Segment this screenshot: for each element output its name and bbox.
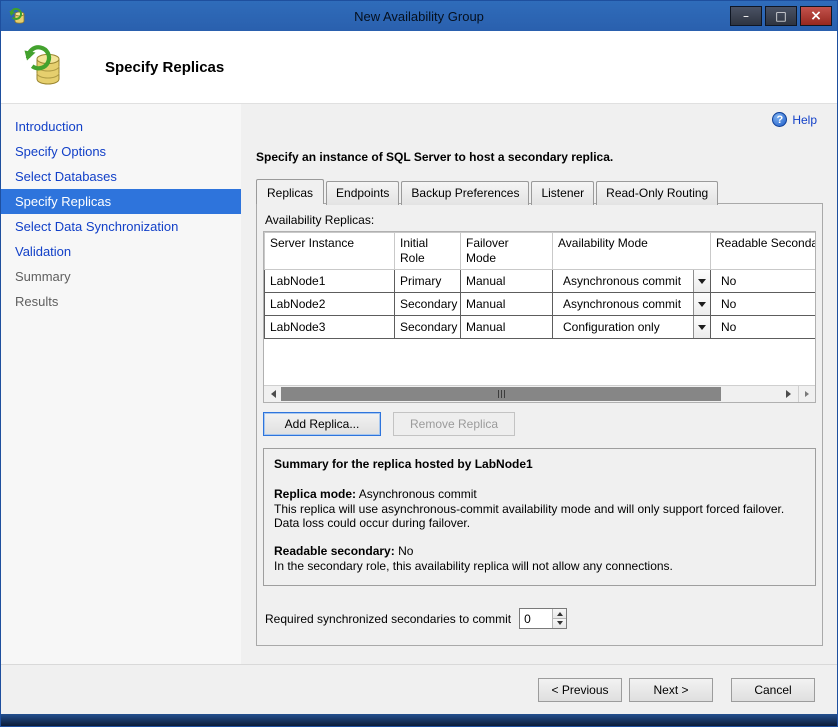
table-row-labnode3: LabNode3 Secondary Manual Configuration … bbox=[265, 316, 816, 339]
app-icon bbox=[9, 8, 26, 25]
horizontal-scrollbar[interactable] bbox=[264, 385, 815, 402]
cell-initial-role: Secondary bbox=[395, 316, 461, 339]
readable-secondary-description: In the secondary role, this availability… bbox=[274, 559, 805, 573]
page-title: Specify Replicas bbox=[105, 59, 224, 76]
cell-failover-mode[interactable]: Manual bbox=[461, 293, 553, 316]
help-link[interactable]: ? Help bbox=[772, 112, 817, 127]
tab-replicas[interactable]: Replicas bbox=[256, 179, 324, 204]
replicas-tab-panel: Availability Replicas: Server Instance I… bbox=[256, 203, 823, 646]
combo-arrow-button[interactable] bbox=[693, 293, 710, 315]
grid-scroll-area: Server Instance Initial Role Failover Mo… bbox=[264, 232, 815, 385]
availability-mode-dropdown[interactable]: Configuration only bbox=[553, 316, 711, 339]
close-button[interactable]: × bbox=[800, 6, 832, 26]
cell-server-instance[interactable]: LabNode3 bbox=[265, 316, 395, 339]
replica-tabs: Replicas Endpoints Backup Preferences Li… bbox=[256, 179, 823, 203]
required-secondaries-spinner bbox=[519, 608, 567, 629]
new-availability-group-window: New Availability Group – □ × bbox=[0, 0, 838, 727]
required-secondaries-label: Required synchronized secondaries to com… bbox=[265, 612, 511, 626]
sidebar-item-specify-replicas[interactable]: Specify Replicas bbox=[1, 189, 241, 214]
window-title: New Availability Group bbox=[1, 9, 837, 24]
spinner-down-button[interactable] bbox=[553, 619, 566, 628]
main-content: ? Help Specify an instance of SQL Server… bbox=[241, 104, 837, 664]
tab-endpoints[interactable]: Endpoints bbox=[326, 181, 399, 205]
readable-secondary-dropdown[interactable]: No bbox=[711, 316, 816, 339]
cell-failover-mode[interactable]: Manual bbox=[461, 270, 553, 293]
availability-mode-dropdown[interactable]: Asynchronous commit bbox=[553, 270, 711, 293]
maximize-button[interactable]: □ bbox=[765, 6, 797, 26]
previous-button[interactable]: < Previous bbox=[538, 678, 622, 702]
wizard-steps-sidebar: Introduction Specify Options Select Data… bbox=[1, 104, 241, 664]
table-row-labnode2: LabNode2 Secondary Manual Asynchronous c… bbox=[265, 293, 816, 316]
arrow-down-icon bbox=[557, 621, 563, 628]
chevron-down-icon bbox=[698, 279, 706, 288]
sidebar-item-select-data-synchronization[interactable]: Select Data Synchronization bbox=[1, 214, 241, 239]
column-header-server-instance: Server Instance bbox=[265, 233, 395, 270]
column-header-failover-mode: Failover Mode bbox=[461, 233, 553, 270]
combo-arrow-button[interactable] bbox=[693, 316, 710, 338]
cell-server-instance[interactable]: LabNode1 bbox=[265, 270, 395, 293]
sidebar-item-validation[interactable]: Validation bbox=[1, 239, 241, 264]
readable-secondary-dropdown[interactable]: No bbox=[711, 270, 816, 293]
grid-header-row: Server Instance Initial Role Failover Mo… bbox=[265, 233, 816, 270]
minimize-button[interactable]: – bbox=[730, 6, 762, 26]
sidebar-item-specify-options[interactable]: Specify Options bbox=[1, 139, 241, 164]
tab-backup-preferences[interactable]: Backup Preferences bbox=[401, 181, 529, 205]
scrollbar-thumb[interactable] bbox=[281, 387, 721, 401]
summary-title: Summary for the replica hosted by LabNod… bbox=[274, 457, 805, 471]
arrow-right-icon bbox=[805, 391, 812, 397]
scroll-right-button[interactable] bbox=[781, 386, 798, 402]
cell-initial-role: Primary bbox=[395, 270, 461, 293]
table-row-labnode1: LabNode1 Primary Manual Asynchronous com… bbox=[265, 270, 816, 293]
column-header-availability-mode: Availability Mode bbox=[553, 233, 711, 270]
column-header-readable-secondary: Readable Secondary bbox=[711, 233, 816, 270]
readable-secondary-line: Readable secondary: No bbox=[274, 544, 805, 558]
cell-failover-mode[interactable]: Manual bbox=[461, 316, 553, 339]
scroll-left-button[interactable] bbox=[264, 386, 281, 402]
readable-secondary-dropdown[interactable]: No bbox=[711, 293, 816, 316]
tab-listener[interactable]: Listener bbox=[531, 181, 594, 205]
chevron-down-icon bbox=[698, 302, 706, 311]
wizard-footer: < Previous Next > Cancel bbox=[1, 664, 837, 714]
chevron-down-icon bbox=[698, 325, 706, 334]
replica-mode-description: This replica will use asynchronous-commi… bbox=[274, 502, 805, 530]
sidebar-item-summary: Summary bbox=[1, 264, 241, 289]
secondaries-input[interactable] bbox=[520, 609, 552, 628]
remove-replica-button: Remove Replica bbox=[393, 412, 515, 436]
tab-read-only-routing[interactable]: Read-Only Routing bbox=[596, 181, 718, 205]
sidebar-item-introduction[interactable]: Introduction bbox=[1, 114, 241, 139]
combo-arrow-button[interactable] bbox=[693, 270, 710, 292]
titlebar: New Availability Group – □ × bbox=[1, 1, 837, 31]
add-replica-button[interactable]: Add Replica... bbox=[263, 412, 381, 436]
window-bottom-frame bbox=[1, 714, 837, 726]
cancel-button[interactable]: Cancel bbox=[731, 678, 815, 702]
arrow-right-icon bbox=[786, 390, 795, 398]
arrow-up-icon bbox=[557, 609, 563, 616]
scrollbar-corner bbox=[798, 386, 815, 402]
replica-summary-box: Summary for the replica hosted by LabNod… bbox=[263, 448, 816, 586]
help-label: Help bbox=[792, 113, 817, 127]
sidebar-item-results: Results bbox=[1, 289, 241, 314]
availability-replicas-label: Availability Replicas: bbox=[265, 213, 816, 227]
column-header-initial-role: Initial Role bbox=[395, 233, 461, 270]
cell-initial-role: Secondary bbox=[395, 293, 461, 316]
cell-server-instance[interactable]: LabNode2 bbox=[265, 293, 395, 316]
help-icon: ? bbox=[772, 112, 787, 127]
replica-mode-line: Replica mode: Asynchronous commit bbox=[274, 487, 805, 501]
instruction-text: Specify an instance of SQL Server to hos… bbox=[256, 150, 823, 164]
availability-mode-dropdown[interactable]: Asynchronous commit bbox=[553, 293, 711, 316]
availability-replicas-grid: Server Instance Initial Role Failover Mo… bbox=[263, 231, 816, 403]
sidebar-item-select-databases[interactable]: Select Databases bbox=[1, 164, 241, 189]
scrollbar-track[interactable] bbox=[281, 386, 781, 402]
wizard-header: Specify Replicas bbox=[1, 31, 837, 104]
arrow-left-icon bbox=[267, 390, 276, 398]
next-button[interactable]: Next > bbox=[629, 678, 713, 702]
spinner-up-button[interactable] bbox=[553, 609, 566, 619]
database-refresh-icon bbox=[21, 43, 69, 91]
